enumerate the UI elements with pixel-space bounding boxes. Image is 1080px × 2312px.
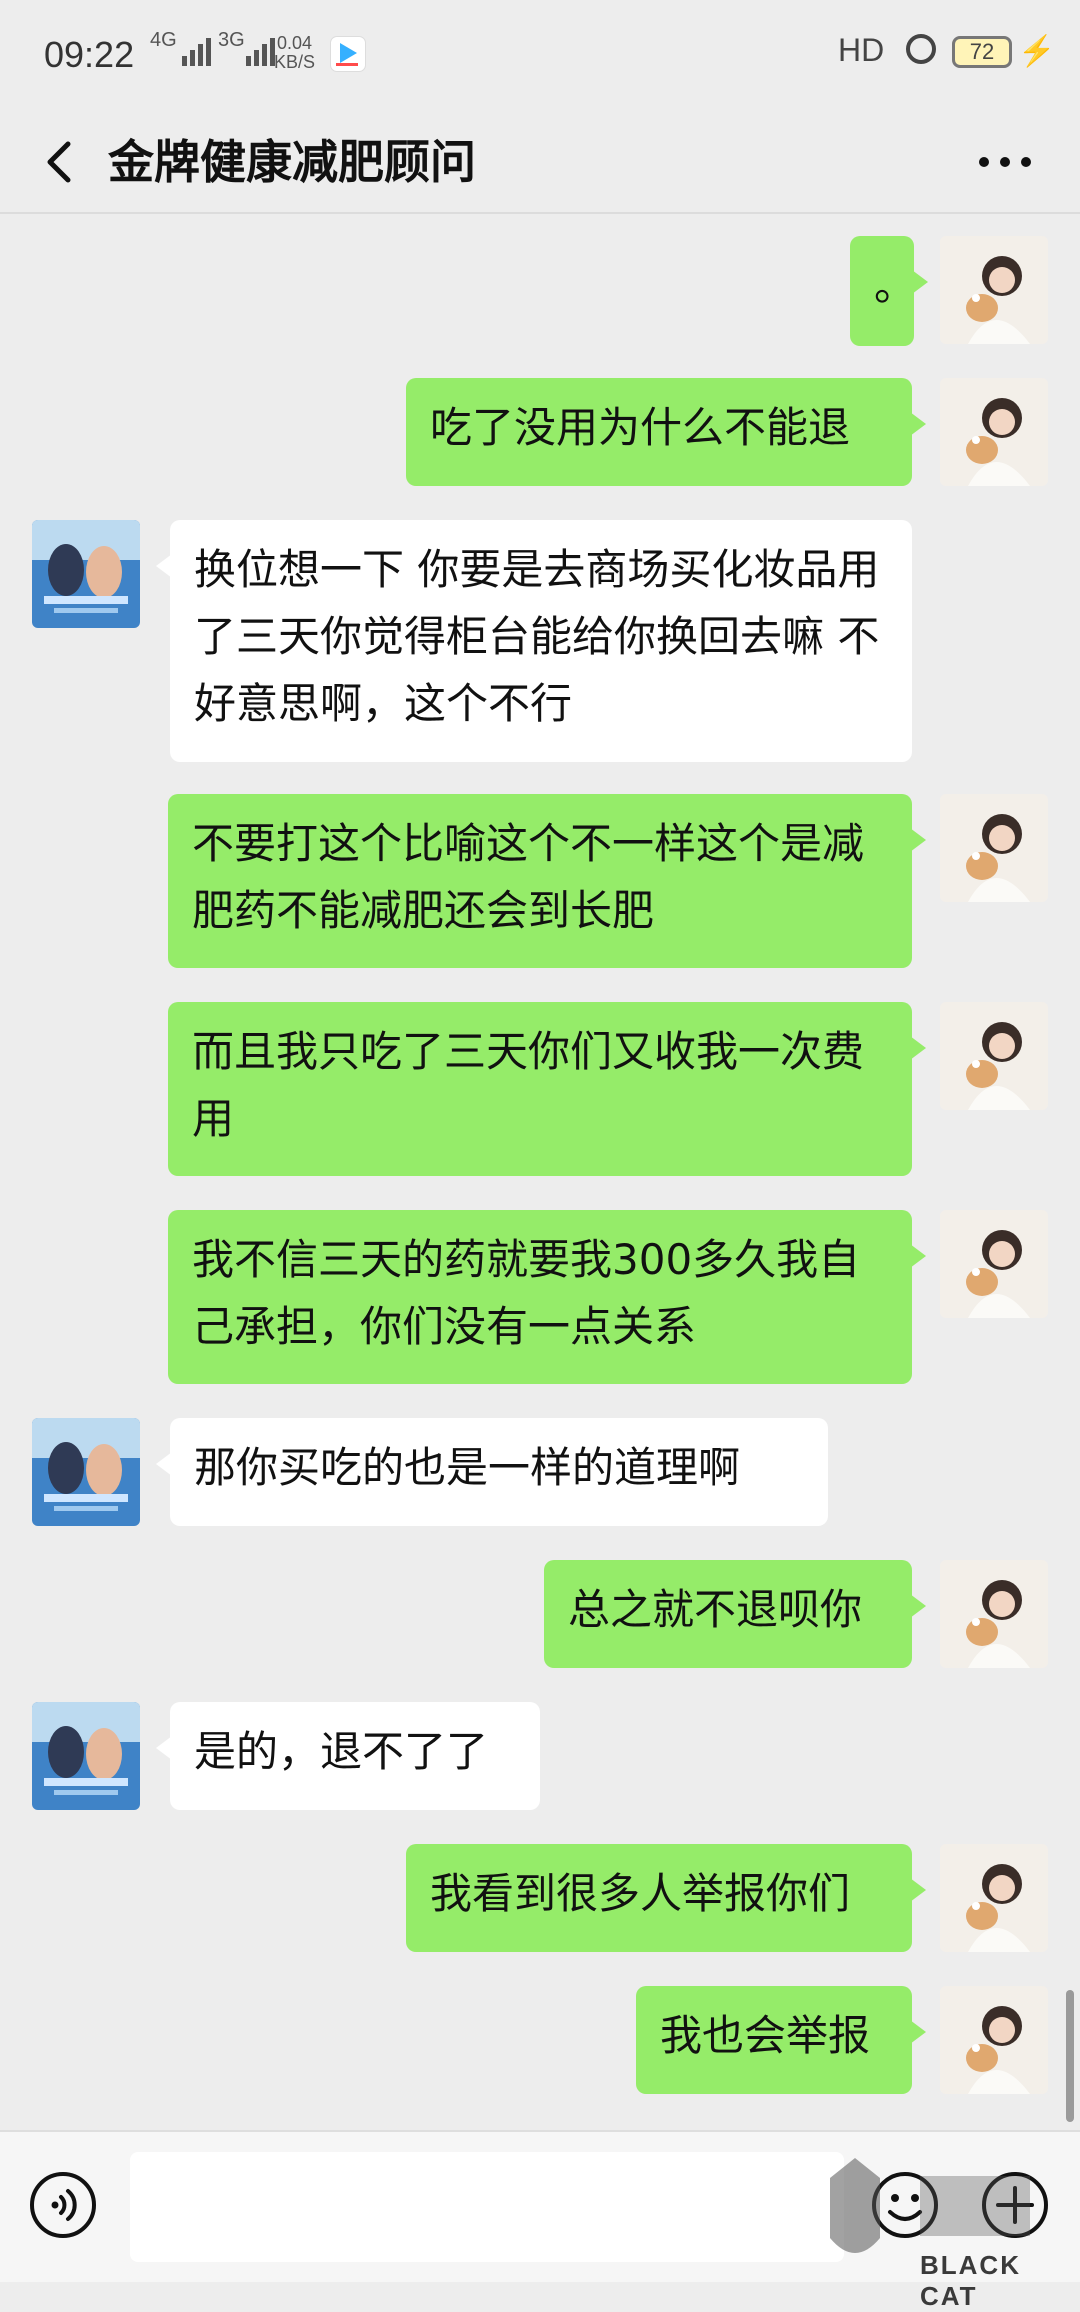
message-bubble-other[interactable]: 换位想一下 你要是去商场买化妆品用了三天你觉得柜台能给你换回去嘛 不好意思啊，这…: [156, 520, 912, 762]
avatar-self[interactable]: [940, 1210, 1048, 1318]
chat-title: 金牌健康减肥顾问: [108, 135, 476, 189]
avatar-self[interactable]: [940, 794, 1048, 902]
signal-icon-2: [246, 34, 275, 66]
alarm-icon: [906, 34, 936, 64]
avatar-self[interactable]: [940, 1002, 1048, 1110]
signal-icon-1: [182, 34, 211, 66]
hd-label: HD: [838, 32, 885, 68]
battery-icon: 72: [952, 36, 1012, 68]
avatar-self[interactable]: [940, 1844, 1048, 1952]
network-3g-label: 3G: [218, 29, 245, 51]
avatar-self[interactable]: [940, 378, 1048, 486]
chat-scrollbar[interactable]: [1066, 1990, 1074, 2122]
charging-icon: ⚡: [1018, 35, 1056, 68]
more-icon[interactable]: [970, 136, 1040, 188]
message-bubble-self[interactable]: 我看到很多人举报你们: [406, 1844, 926, 1952]
message-bubble-self[interactable]: 。: [850, 236, 928, 346]
network-4g-label: 4G: [150, 29, 177, 51]
header-divider: [0, 212, 1080, 214]
chat-header: 金牌健康减肥顾问: [0, 110, 1080, 214]
message-input[interactable]: [130, 2152, 844, 2262]
avatar-other[interactable]: [32, 1418, 140, 1526]
message-bubble-self[interactable]: 我不信三天的药就要我300多久我自己承担，你们没有一点关系: [168, 1210, 926, 1384]
message-bubble-other[interactable]: 那你买吃的也是一样的道理啊: [156, 1418, 828, 1526]
avatar-other[interactable]: [32, 520, 140, 628]
avatar-other[interactable]: [32, 1702, 140, 1810]
back-icon[interactable]: [34, 132, 90, 192]
network-speed: 0.04 KB/S: [274, 33, 316, 72]
app-notification-icon: [330, 36, 366, 72]
voice-icon[interactable]: [28, 2170, 98, 2240]
avatar-self[interactable]: [940, 236, 1048, 344]
message-bubble-self[interactable]: 而且我只吃了三天你们又收我一次费用: [168, 1002, 926, 1176]
message-bubble-other[interactable]: 是的，退不了了: [156, 1702, 540, 1810]
avatar-self[interactable]: [940, 1560, 1048, 1668]
status-bar: 09:22 4G 3G 0.04 KB/S HD 72 ⚡: [0, 0, 1080, 110]
message-bubble-self[interactable]: 我也会举报: [636, 1986, 926, 2094]
message-bubble-self[interactable]: 吃了没用为什么不能退: [406, 378, 926, 486]
message-bubble-self[interactable]: 不要打这个比喻这个不一样这个是减肥药不能减肥还会到长肥: [168, 794, 926, 968]
message-bubble-self[interactable]: 总之就不退呗你: [544, 1560, 926, 1668]
watermark-text: BLACK CAT: [920, 2250, 1021, 2311]
status-time: 09:22: [44, 34, 135, 75]
battery-level: 72: [969, 39, 995, 64]
avatar-self[interactable]: [940, 1986, 1048, 2094]
